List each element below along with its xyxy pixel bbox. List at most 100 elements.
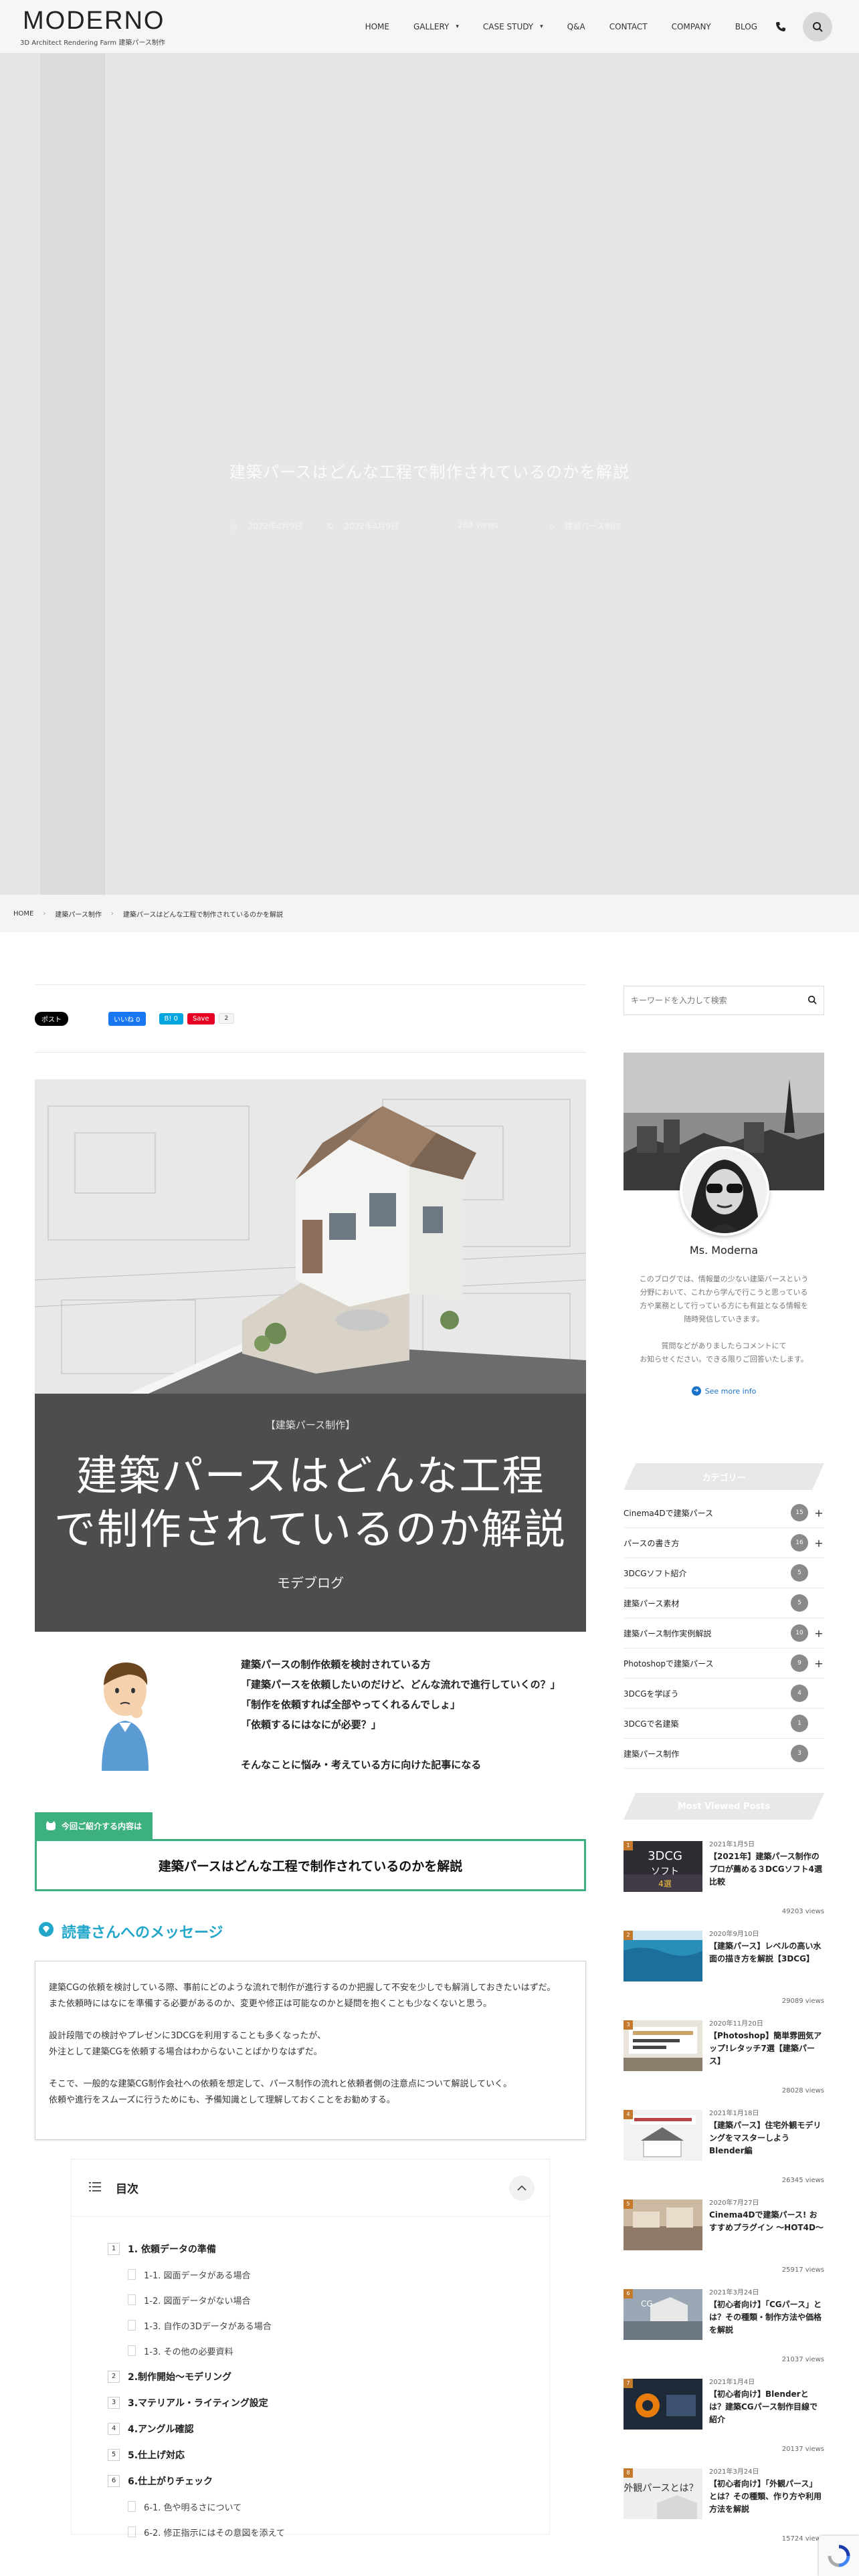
popular-post[interactable]: 7 2021年1月4日 【初心者向け】Blenderとは？建築CGパース制作目線… <box>624 2375 824 2464</box>
toc-subitem[interactable]: 6-2. 修正指示にはその意図を添えて <box>108 2519 549 2545</box>
facebook-like-button[interactable]: いいね 0 <box>108 1011 146 1026</box>
category-item[interactable]: パースの書き方 16 + <box>624 1528 824 1558</box>
popular-post[interactable]: 5 2020年7月27日 Cinema4Dで建築パース! おすすめプラグイン 〜… <box>624 2195 824 2285</box>
nav-gallery-label: GALLERY <box>413 22 450 31</box>
nav-home[interactable]: HOME <box>365 22 389 31</box>
post-views: 26345 views <box>781 2177 824 2184</box>
category-item[interactable]: 建築パース制作実例解説 10 + <box>624 1618 824 1648</box>
sidebar-search <box>624 986 824 1015</box>
view-count: 288 views <box>458 520 498 530</box>
eyecatch-image: 【建築パース制作】 建築パースはどんな工程 で制作されているのか解説 モデブログ <box>35 1079 586 1632</box>
pinterest-save-button[interactable]: Save <box>187 1012 215 1025</box>
rank-badge: 6 <box>624 2289 633 2298</box>
popular-post[interactable]: 3 2020年11月20日 【Photoshop】簡単雰囲気アップ!レタッチ7選… <box>624 2016 824 2106</box>
thinking-person-illustration <box>88 1650 162 1771</box>
avatar[interactable] <box>680 1146 769 1236</box>
toc-subitem[interactable]: 1-1. 図面データがある場合 <box>108 2262 549 2287</box>
category-count-badge: 5 <box>791 1564 808 1582</box>
arrow-right-icon: ➜ <box>691 1386 701 1396</box>
rank-badge: 5 <box>624 2199 633 2209</box>
intro-line: 「建築パースを依頼したいのだけど、どんな流れで進行していくの？」 <box>241 1679 561 1691</box>
recaptcha-badge[interactable] <box>819 2536 859 2576</box>
category-item[interactable]: Cinema4Dで建築パース 15 + <box>624 1498 824 1528</box>
toc-item[interactable]: 1 1. 依頼データの準備 <box>108 2236 549 2262</box>
toc-item[interactable]: 2 2.制作開始〜モデリング <box>108 2363 549 2389</box>
eyecatch-title-panel: 【建築パース制作】 建築パースはどんな工程 で制作されているのか解説 モデブログ <box>35 1394 586 1632</box>
rank-badge: 4 <box>624 2110 633 2119</box>
category-item[interactable]: 3DCGを学ぼう 4 <box>624 1679 824 1709</box>
message-paragraph: 設計段階での検討やプレゼンに3DCGを利用することも多くなったが、 外注として建築… <box>49 2031 326 2057</box>
see-more-link[interactable]: ➜ See more info <box>624 1386 824 1396</box>
svg-text:CG: CG <box>641 2299 653 2309</box>
category-item[interactable]: Photoshopで建築パース 9 + <box>624 1648 824 1679</box>
search-input[interactable] <box>631 996 791 1005</box>
nav-blog[interactable]: BLOG <box>735 22 757 31</box>
nav-qa[interactable]: Q&A <box>567 22 585 31</box>
caret-down-icon: ▾ <box>456 23 459 30</box>
eyecatch-author: モデブログ <box>277 1575 344 1591</box>
toc-item[interactable]: 6 6.仕上がりチェック <box>108 2468 549 2494</box>
post-title: 【初心者向け】Blenderとは？建築CGパース制作目線で紹介 <box>709 2389 818 2424</box>
category-item[interactable]: 3DCGで名建築 1 <box>624 1709 824 1739</box>
toc-toggle-button[interactable] <box>509 2175 535 2201</box>
post-date: 2020年7月27日 <box>709 2199 759 2207</box>
post-date: 2021年1月5日 <box>709 1841 755 1848</box>
toc-item[interactable]: 3 3.マテリアル・ライティング設定 <box>108 2389 549 2416</box>
site-logo[interactable]: MODERNO <box>23 7 165 35</box>
popular-post[interactable]: 4 2021年1月18日 【建築パース】住宅外観モデリングをマスターしようBle… <box>624 2106 824 2195</box>
toc-subitem[interactable]: 1-3. その他の必要資料 <box>108 2338 549 2363</box>
pinterest-count: 2 <box>218 1013 235 1024</box>
category-widget-title: カテゴリー <box>624 1463 824 1490</box>
post-date: 2021年1月18日 <box>709 2110 759 2117</box>
category-count-badge: 15 <box>791 1504 808 1521</box>
popular-widget-title: Most Viewed Posts <box>624 1793 824 1820</box>
recaptcha-icon <box>828 2545 850 2567</box>
category-item[interactable]: 建築パース制作 3 <box>624 1739 824 1769</box>
toc-subitem[interactable]: 1-2. 図面データがない場合 <box>108 2287 549 2313</box>
hatena-bookmark-button[interactable]: B! 0 <box>159 1012 183 1025</box>
category-count-badge: 16 <box>791 1534 808 1551</box>
summary-content: 建築パースはどんな工程で制作されているのかを解説 <box>35 1839 586 1891</box>
popular-post[interactable]: 2 2020年9月10日 【建築パース】レベルの高い水面の描き方を解説【3DCG… <box>624 1927 824 2016</box>
breadcrumb-home[interactable]: HOME <box>13 910 33 918</box>
svg-text:3DCG: 3DCG <box>648 1849 682 1863</box>
popular-post[interactable]: 外観パースとは？ 8 2021年3月24日 【初心者向け】「外観パース」とは？そ… <box>624 2464 824 2554</box>
house-render-image <box>35 1079 586 1394</box>
search-icon[interactable] <box>807 994 817 1007</box>
category-item[interactable]: 建築パース素材 5 <box>624 1588 824 1618</box>
category-count-badge: 4 <box>791 1685 808 1702</box>
post-date: 2021年1月4日 <box>709 2379 755 2386</box>
post-thumbnail <box>624 2199 702 2250</box>
breadcrumb-category[interactable]: 建築パース制作 <box>55 909 102 919</box>
x-share-button[interactable]: ポスト <box>35 1011 68 1026</box>
search-icon <box>813 22 823 32</box>
nav-case-study[interactable]: CASE STUDY ▾ <box>483 22 543 31</box>
rank-badge: 7 <box>624 2379 633 2388</box>
toc-subitem[interactable]: 6-1. 色や明るさについて <box>108 2494 549 2519</box>
toc-item[interactable]: 5 5.仕上げ対応 <box>108 2442 549 2468</box>
header-search-button[interactable] <box>803 12 832 41</box>
toc-subitem[interactable]: 1-3. 自作の3Dデータがある場合 <box>108 2313 549 2338</box>
hero-banner: 建築パースはどんな工程で制作されているのかを解説 ◷ 2022年4月9日 ↻ 2… <box>0 53 859 895</box>
plus-icon: + <box>814 1626 824 1640</box>
category-item[interactable]: 3DCGソフト紹介 5 <box>624 1558 824 1588</box>
toc-item[interactable]: 4 4.アングル確認 <box>108 2416 549 2442</box>
post-title: 【2021年】建築パース制作のプロが薦める３DCGソフト4選比較 <box>709 1852 822 1887</box>
nav-qa-label: Q&A <box>567 22 585 31</box>
intro-line: 「依頼するにはなにが必要？」 <box>241 1719 381 1731</box>
breadcrumb-current: 建築パースはどんな工程で制作されているのかを解説 <box>122 911 284 919</box>
post-views: 28028 views <box>781 2087 824 2095</box>
site-header: MODERNO 3D Architect Rendering Farm 建築パー… <box>0 0 859 53</box>
nav-company[interactable]: COMPANY <box>672 22 711 31</box>
popular-post[interactable]: CG 6 2021年3月24日 【初心者向け】「CGパース」とは？その種類・制作… <box>624 2285 824 2375</box>
category-count-badge: 5 <box>791 1594 808 1612</box>
intro-text: 建築パースの制作依頼を検討されている方 「建築パースを依頼したいのだけど、どんな… <box>241 1654 561 1775</box>
nav-gallery[interactable]: GALLERY ▾ <box>413 22 459 31</box>
post-thumbnail: 3DCG ソフト 4選 <box>624 1841 702 1892</box>
nav-home-label: HOME <box>365 22 389 31</box>
post-views: 49203 views <box>781 1908 824 1915</box>
popular-post[interactable]: 3DCG ソフト 4選 1 2021年1月5日 【2021年】建築パース制作のプロが… <box>624 1837 824 1927</box>
nav-contact[interactable]: CONTACT <box>609 22 648 31</box>
phone-icon[interactable] <box>775 21 787 33</box>
hero-category[interactable]: ⌂ 建築パース制作 <box>549 520 629 532</box>
